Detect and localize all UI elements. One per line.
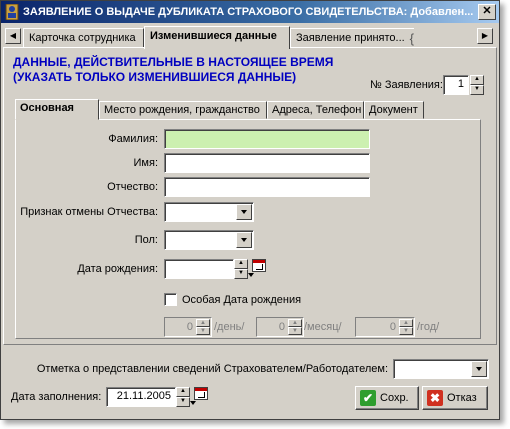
submission-label: Отметка о представлении сведений Страхов…	[36, 363, 388, 375]
patronymic-cancel-select[interactable]	[164, 202, 254, 222]
tab-label: Карточка сотрудника	[29, 32, 136, 44]
surname-input[interactable]	[164, 129, 370, 149]
save-button[interactable]: ✔ Сохр.	[355, 386, 419, 410]
year-input[interactable]: 0 ▲ ▼	[355, 317, 415, 337]
fill-date-spinner[interactable]: ▲ ▼	[176, 387, 190, 407]
month-input[interactable]: 0 ▲ ▼	[256, 317, 304, 337]
tab-label: Изменившиеся данные	[150, 30, 277, 42]
spin-down-icon[interactable]: ▼	[196, 327, 210, 335]
tab-scroll-left-button[interactable]: ◀	[5, 28, 21, 44]
month-value: 0	[278, 321, 285, 333]
special-birth-date-label: Особая Дата рождения	[182, 294, 302, 306]
calendar-icon[interactable]	[194, 387, 208, 400]
day-value: 0	[186, 321, 193, 333]
month-label: /месяц/	[304, 321, 342, 333]
spin-down-icon[interactable]: ▼	[470, 85, 484, 95]
application-number-spinner[interactable]: ▲ ▼	[470, 75, 484, 95]
triangle-right-icon: ▶	[481, 31, 489, 40]
tab-employee-card[interactable]: Карточка сотрудника	[23, 28, 144, 48]
name-input[interactable]	[164, 153, 370, 173]
chevron-down-icon[interactable]	[236, 204, 252, 220]
tab-label: Заявление принято...	[296, 32, 405, 44]
calendar-icon[interactable]	[252, 259, 266, 272]
patronymic-cancel-label: Признак отмены Отчества:	[20, 206, 158, 218]
day-input[interactable]: 0 ▲ ▼	[164, 317, 212, 337]
spin-down-icon[interactable]: ▼	[399, 327, 413, 335]
main-info-panel	[15, 119, 481, 339]
save-label: Сохр.	[380, 392, 409, 404]
year-value: 0	[389, 321, 396, 333]
application-number-input[interactable]: 1	[443, 75, 469, 95]
day-spinner[interactable]: ▲ ▼	[196, 319, 210, 335]
fill-date-value: 21.11.2005	[116, 390, 171, 402]
calendar-dropdown-icon[interactable]	[190, 401, 196, 405]
dialog-window: ЗАЯВЛЕНИЕ О ВЫДАЧЕ ДУБЛИКАТА СТРАХОВОГО …	[0, 0, 500, 420]
spin-up-icon[interactable]: ▲	[399, 319, 413, 327]
application-number-value: 1	[457, 78, 464, 90]
spin-up-icon[interactable]: ▲	[470, 75, 484, 85]
gender-select[interactable]	[164, 230, 254, 250]
app-icon	[5, 4, 19, 20]
patronymic-label: Отчество:	[107, 181, 158, 193]
triangle-left-icon: ◀	[9, 31, 17, 40]
heading-line-1: ДАННЫЕ, ДЕЙСТВИТЕЛЬНЫЕ В НАСТОЯЩЕЕ ВРЕМЯ	[13, 55, 334, 69]
cross-icon: ✖	[427, 390, 443, 406]
special-birth-date-checkbox[interactable]	[164, 293, 177, 306]
tab-label: Документ	[369, 104, 418, 116]
day-label: /день/	[214, 321, 245, 333]
tab-birthplace-citizenship[interactable]: Место рождения, гражданство	[99, 101, 267, 119]
main-tabbar: ◀ Карточка сотрудника Изменившиеся данны…	[3, 26, 497, 49]
tab-scroll-right-button[interactable]: ▶	[477, 28, 493, 44]
calendar-dropdown-icon[interactable]	[248, 273, 254, 277]
tab-label: Основная	[20, 102, 74, 114]
tab-application-received[interactable]: Заявление принято...	[290, 28, 414, 48]
fill-date-input[interactable]: 21.11.2005	[106, 387, 176, 407]
month-spinner[interactable]: ▲ ▼	[288, 319, 302, 335]
spin-down-icon[interactable]: ▼	[288, 327, 302, 335]
spin-up-icon[interactable]: ▲	[176, 387, 190, 397]
heading-line-2: (УКАЗАТЬ ТОЛЬКО ИЗМЕНИВШИЕСЯ ДАННЫЕ)	[13, 70, 297, 84]
birth-date-spinner[interactable]: ▲ ▼	[234, 259, 248, 279]
spin-up-icon[interactable]: ▲	[196, 319, 210, 327]
spin-up-icon[interactable]: ▲	[288, 319, 302, 327]
tab-label: Адреса, Телефон	[272, 104, 362, 116]
tab-main[interactable]: Основная	[15, 99, 99, 120]
chevron-down-icon[interactable]	[236, 232, 252, 248]
tab-label: Место рождения, гражданство	[104, 104, 260, 116]
close-button[interactable]: ✕	[478, 4, 496, 20]
birth-date-label: Дата рождения:	[77, 263, 158, 275]
application-number-label: № Заявления:	[370, 79, 443, 91]
year-spinner[interactable]: ▲ ▼	[399, 319, 413, 335]
spin-down-icon[interactable]: ▼	[176, 397, 190, 407]
fill-date-label: Дата заполнения:	[11, 391, 102, 403]
close-icon: ✕	[482, 5, 492, 17]
gender-label: Пол:	[134, 234, 158, 246]
tab-address-phone[interactable]: Адреса, Телефон	[267, 101, 364, 119]
section-heading: ДАННЫЕ, ДЕЙСТВИТЕЛЬНЫЕ В НАСТОЯЩЕЕ ВРЕМЯ…	[13, 55, 333, 85]
cancel-button[interactable]: ✖ Отказ	[422, 386, 488, 410]
chevron-down-icon[interactable]	[471, 361, 487, 377]
tab-document[interactable]: Документ	[364, 101, 424, 119]
checkmark-icon: ✔	[360, 390, 376, 406]
cancel-label: Отказ	[447, 392, 477, 404]
birth-date-input[interactable]	[164, 259, 234, 279]
spin-up-icon[interactable]: ▲	[234, 259, 248, 269]
spin-down-icon[interactable]: ▼	[234, 269, 248, 279]
submission-select[interactable]	[393, 359, 489, 379]
surname-label: Фамилия:	[108, 133, 158, 145]
tab-changed-data[interactable]: Изменившиеся данные	[144, 26, 290, 49]
window-title: ЗАЯВЛЕНИЕ О ВЫДАЧЕ ДУБЛИКАТА СТРАХОВОГО …	[23, 6, 474, 18]
patronymic-input[interactable]	[164, 177, 370, 197]
name-label: Имя:	[133, 157, 158, 169]
year-label: /год/	[417, 321, 440, 333]
title-bar: ЗАЯВЛЕНИЕ О ВЫДАЧЕ ДУБЛИКАТА СТРАХОВОГО …	[1, 1, 499, 23]
